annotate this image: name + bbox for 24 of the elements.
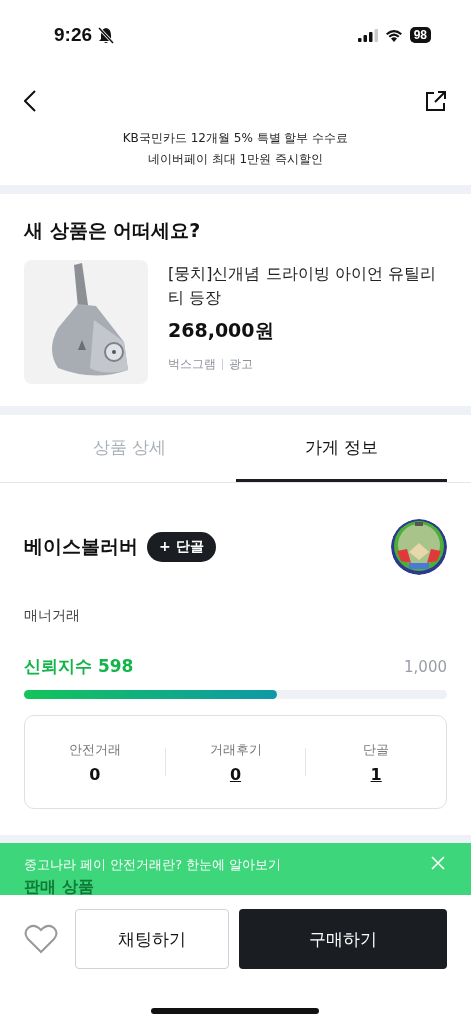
shop-name: 베이스볼러버 bbox=[24, 534, 138, 559]
stat-value: 0 bbox=[89, 764, 101, 784]
stat-label: 안전거래 bbox=[68, 740, 121, 759]
follow-button[interactable]: + 단골 bbox=[147, 532, 216, 562]
tab[interactable]: 가게 정보 bbox=[235, 415, 447, 482]
promo-text: 네이버페이 최대 1만원 즉시할인 bbox=[147, 151, 324, 167]
trust-score: 신뢰지수 598 bbox=[24, 655, 134, 678]
stat-label: 단골 bbox=[363, 740, 390, 759]
seller-name: 벅스그램 bbox=[168, 356, 216, 373]
status-time: 9:26 bbox=[54, 24, 93, 46]
section-title: 판매 상품 bbox=[24, 877, 94, 896]
battery-level: 98 bbox=[409, 27, 431, 43]
section-title: 새 상품은 어떠세요? bbox=[24, 218, 202, 243]
promo-text: KB국민카드 12개월 5% 특별 할부 수수료 bbox=[122, 130, 349, 146]
stat-label: 거래후기 bbox=[209, 740, 262, 759]
product-name[interactable]: [뭉치]신개념 드라이빙 아이언 유틸리티 등장 bbox=[168, 262, 447, 310]
shop-tag: 매너거래 bbox=[24, 607, 447, 625]
ad-label: 광고 bbox=[229, 356, 253, 373]
stat-value[interactable]: 0 bbox=[229, 764, 242, 784]
stat-value[interactable]: 1 bbox=[370, 764, 382, 784]
trust-max: 1,000 bbox=[404, 657, 447, 676]
chat-button[interactable]: 채팅하기 bbox=[75, 909, 229, 969]
product-price: 268,000원 bbox=[168, 318, 275, 343]
buy-button[interactable]: 구매하기 bbox=[239, 909, 447, 969]
